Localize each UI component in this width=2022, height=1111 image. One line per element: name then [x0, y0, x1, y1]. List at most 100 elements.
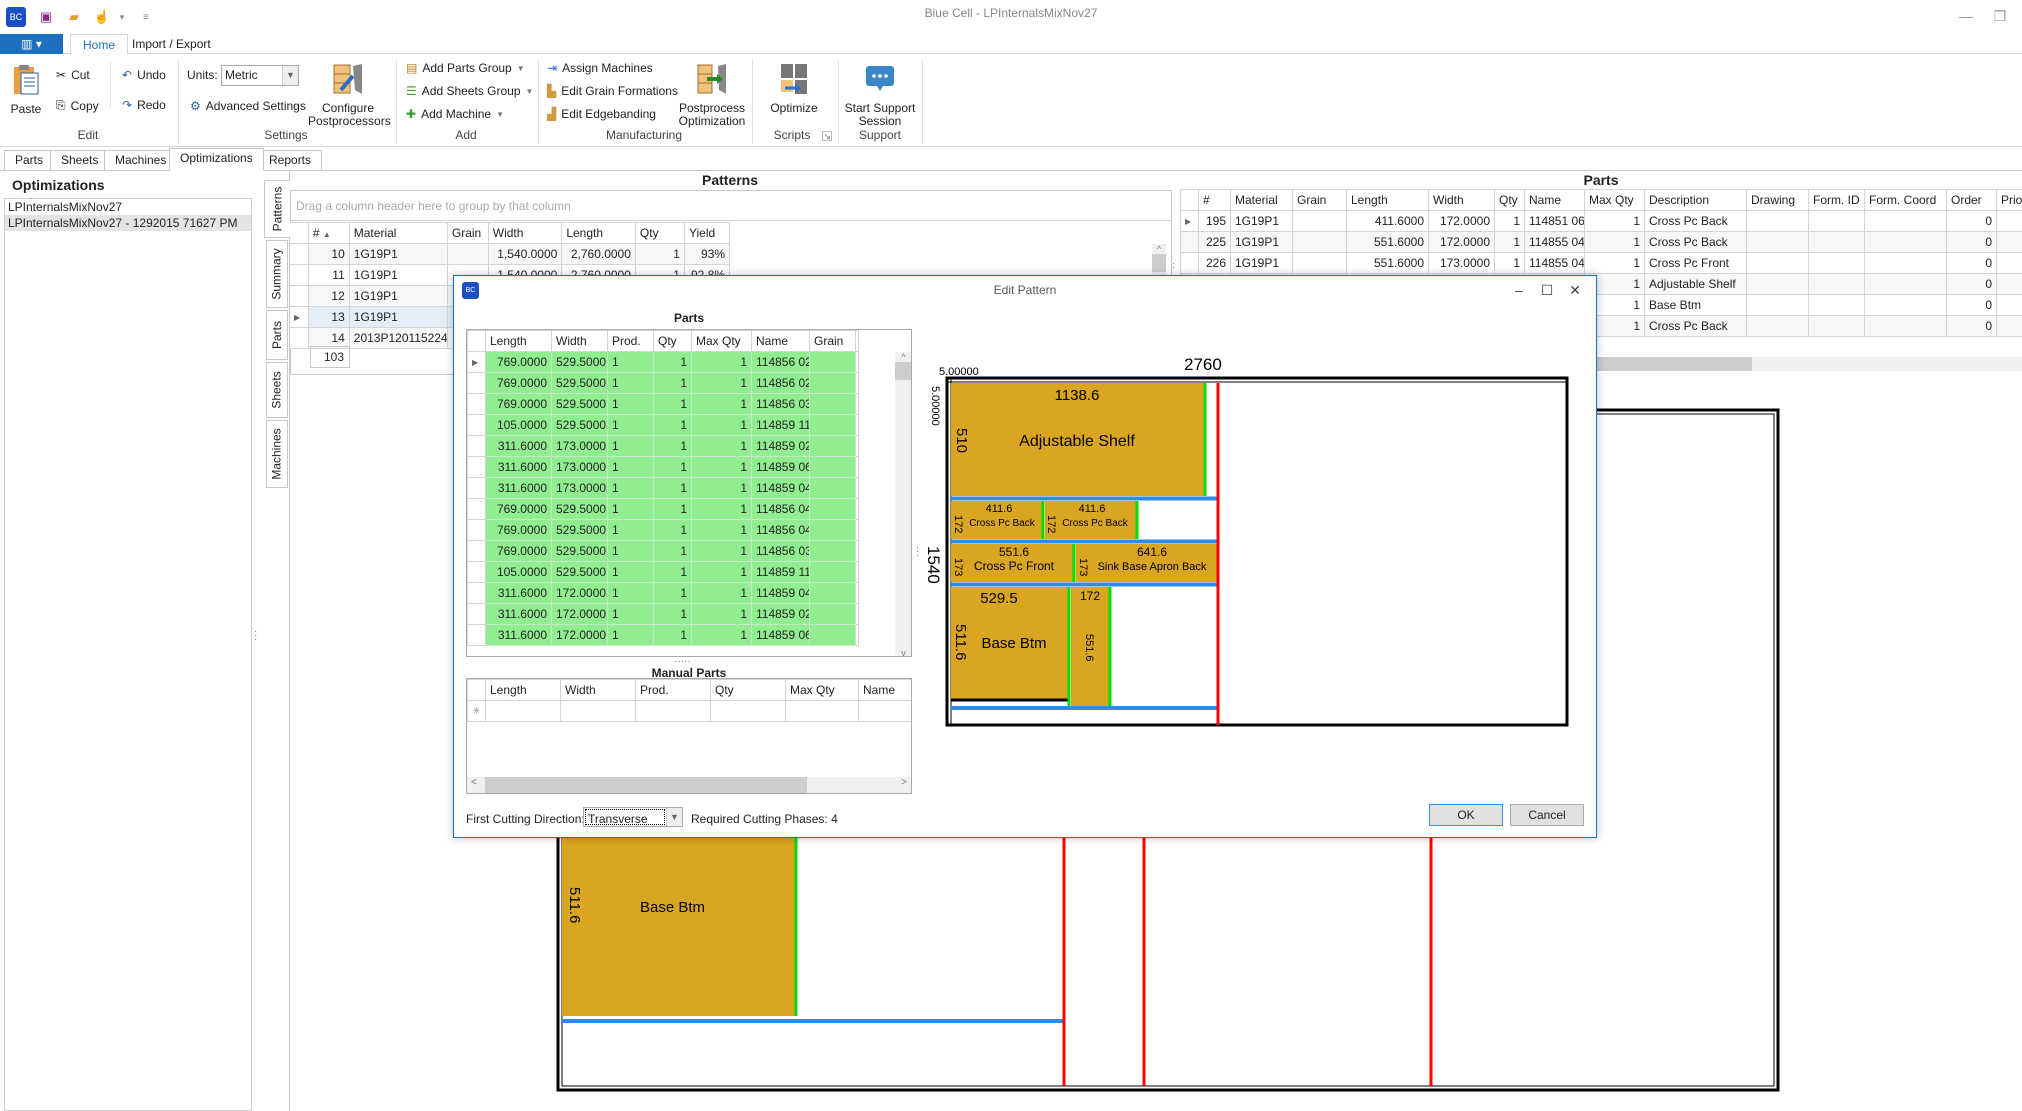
table-cell[interactable] [1746, 231, 1809, 253]
table-cell[interactable] [809, 540, 856, 562]
table-cell[interactable]: 311.6000 [485, 624, 552, 646]
postprocess-optimization-button[interactable]: Postprocess Optimization [676, 62, 748, 128]
scrollbar-thumb[interactable] [485, 777, 807, 793]
column-header[interactable]: Priority [1996, 189, 2022, 211]
column-header[interactable]: Qty [710, 679, 786, 701]
table-cell[interactable]: 114859 11 [751, 561, 810, 583]
table-cell[interactable]: 173.0000 [1428, 252, 1495, 274]
optimization-item-selected[interactable]: LPInternalsMixNov27 - 1292015 71627 PM [5, 215, 251, 231]
table-cell[interactable]: 114856 04 [751, 498, 810, 520]
table-cell[interactable]: 1G19P1 [1230, 210, 1293, 232]
table-cell[interactable] [1808, 294, 1865, 316]
table-cell[interactable]: 1 [691, 477, 752, 499]
vtab-sheets[interactable]: Sheets [266, 362, 288, 418]
edit-pattern-diagram[interactable]: 2760 5.00000 5.00000 1540 1138.6 Adjusta… [924, 356, 1574, 756]
table-cell[interactable]: 1 [691, 351, 752, 373]
manual-cell[interactable] [560, 700, 636, 722]
table-cell[interactable] [809, 498, 856, 520]
copy-button[interactable]: ⎘ Copy [56, 98, 99, 113]
table-cell[interactable]: Adjustable Shelf [1644, 273, 1747, 295]
table-cell[interactable]: 0 [1996, 273, 2022, 295]
table-cell[interactable]: 114855 04 [1524, 252, 1585, 274]
table-cell[interactable]: 1 [653, 561, 692, 583]
minimize-button[interactable]: – [1508, 282, 1530, 300]
table-cell[interactable]: 1 [607, 603, 654, 625]
table-cell[interactable]: 529.5000 [551, 540, 608, 562]
table-cell[interactable]: 172.0000 [551, 603, 608, 625]
table-cell[interactable]: 311.6000 [485, 435, 552, 457]
table-row[interactable]: 105.0000 529.5000 1 1 1 114859 11 [467, 561, 859, 583]
table-cell[interactable]: 1 [607, 519, 654, 541]
table-cell[interactable]: 1 [607, 540, 654, 562]
table-cell[interactable] [809, 372, 856, 394]
table-cell[interactable] [809, 561, 856, 583]
table-cell[interactable]: 1G19P1 [1230, 231, 1293, 253]
tab-sheets[interactable]: Sheets [50, 150, 110, 170]
table-cell[interactable]: 1 [653, 435, 692, 457]
table-cell[interactable] [1746, 315, 1809, 337]
table-cell[interactable]: Cross Pc Front [1644, 252, 1747, 274]
table-cell[interactable]: 1 [607, 414, 654, 436]
manual-cell[interactable] [710, 700, 786, 722]
table-row[interactable]: 311.6000 172.0000 1 1 1 114859 06 [467, 624, 859, 646]
column-header[interactable]: Width [560, 679, 636, 701]
cancel-button[interactable]: Cancel [1510, 804, 1584, 826]
table-cell[interactable]: 1 [607, 435, 654, 457]
units-select[interactable]: Metric ▼ [221, 65, 299, 86]
new-row[interactable]: ✳ [467, 700, 911, 722]
table-cell[interactable]: Cross Pc Back [1644, 210, 1747, 232]
table-cell[interactable]: 1 [653, 582, 692, 604]
table-cell[interactable]: 769.0000 [485, 372, 552, 394]
vtab-summary[interactable]: Summary [266, 240, 288, 308]
table-cell[interactable]: 114856 03 [751, 393, 810, 415]
table-cell[interactable]: 1 [607, 498, 654, 520]
table-cell[interactable]: 551.6000 [1346, 231, 1429, 253]
table-cell[interactable]: 311.6000 [485, 603, 552, 625]
file-menu-button[interactable]: ▥ ▾ [0, 34, 63, 54]
table-cell[interactable]: 1 [607, 582, 654, 604]
add-sheets-group-button[interactable]: ☰ Add Sheets Group ▼ [406, 84, 533, 98]
table-cell[interactable]: 769.0000 [485, 393, 552, 415]
table-cell[interactable]: 0 [1946, 273, 1997, 295]
table-cell[interactable]: 1 [653, 603, 692, 625]
tab-reports[interactable]: Reports [258, 150, 323, 170]
table-cell[interactable]: 13 [307, 306, 350, 328]
tab-optimizations[interactable]: Optimizations [169, 148, 264, 171]
splitter-handle[interactable]: · · · [254, 627, 257, 645]
tab-parts[interactable]: Parts [4, 150, 55, 170]
table-cell[interactable]: 12 [307, 285, 350, 307]
table-cell[interactable]: 1 [607, 393, 654, 415]
table-cell[interactable]: 529.5000 [551, 561, 608, 583]
table-cell[interactable]: 226 [1198, 252, 1231, 274]
manual-cell[interactable] [635, 700, 711, 722]
table-cell[interactable]: 0 [1996, 231, 2022, 253]
table-cell[interactable]: 529.5000 [551, 351, 608, 373]
table-cell[interactable] [809, 603, 856, 625]
configure-postprocessors-button[interactable]: Configure Postprocessors [308, 62, 391, 128]
column-header[interactable]: Grain [446, 222, 489, 244]
dialog-launcher-icon[interactable]: ↘ [822, 131, 832, 141]
table-cell[interactable] [1808, 210, 1865, 232]
table-cell[interactable]: 114856 03 [751, 540, 810, 562]
add-machine-button[interactable]: ✚ Add Machine ▼ [406, 107, 504, 121]
table-cell[interactable]: 172.0000 [1428, 210, 1495, 232]
table-cell[interactable]: 105.0000 [485, 414, 552, 436]
table-cell[interactable] [809, 519, 856, 541]
table-cell[interactable]: 172.0000 [1428, 231, 1495, 253]
table-cell[interactable]: 529.5000 [551, 393, 608, 415]
table-cell[interactable]: 1G19P1 [348, 264, 448, 286]
table-cell[interactable]: 1 [691, 414, 752, 436]
column-header[interactable]: Name [751, 330, 810, 352]
table-cell[interactable]: 1G19P1 [348, 306, 448, 328]
table-cell[interactable]: 1 [653, 624, 692, 646]
column-header[interactable]: Width [487, 222, 563, 244]
table-cell[interactable] [809, 351, 856, 373]
table-cell[interactable]: 769.0000 [485, 498, 552, 520]
table-row[interactable]: 311.6000 172.0000 1 1 1 114859 04 [467, 582, 859, 604]
table-cell[interactable]: 1 [691, 540, 752, 562]
table-cell[interactable] [1746, 210, 1809, 232]
table-cell[interactable] [1808, 315, 1865, 337]
table-cell[interactable]: 1 [691, 519, 752, 541]
table-row[interactable]: 225 1G19P1 551.6000 172.0000 1 114855 04 1 Cros… [1180, 231, 2022, 253]
table-row[interactable]: 769.0000 529.5000 1 1 1 114856 02 [467, 372, 859, 394]
